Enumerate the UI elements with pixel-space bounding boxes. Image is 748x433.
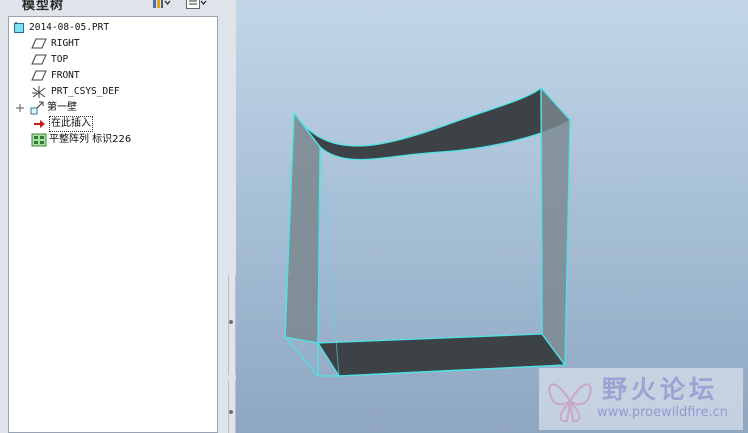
pattern-icon (31, 133, 47, 146)
splitter-track (228, 275, 236, 375)
splitter-grip-lower[interactable] (229, 410, 233, 414)
tree-item-front[interactable]: FRONT (31, 68, 80, 83)
tree-root[interactable]: 2014-08-05.PRT (13, 20, 109, 35)
panel-title: 模型树 (22, 0, 65, 13)
chevron-down-icon (200, 0, 207, 5)
datum-plane-icon (31, 70, 47, 81)
watermark-title: 野火论坛 (602, 375, 719, 404)
curved-top-face (293, 87, 572, 161)
tree-root-label: 2014-08-05.PRT (29, 21, 110, 33)
tree-item-top[interactable]: TOP (31, 52, 68, 67)
tree-item-pattern[interactable]: 平整阵列 标识226 (31, 132, 131, 147)
tree-settings-button[interactable] (152, 0, 171, 9)
left-wall (284, 111, 321, 344)
coordinate-system-icon (32, 85, 46, 98)
panel-splitter[interactable] (226, 0, 236, 433)
datum-plane-icon (31, 38, 47, 49)
watermark-url: www.proewildfire.cn (597, 405, 728, 420)
tree-item-csys[interactable]: PRT_CSYS_DEF (31, 84, 120, 99)
model-tree-panel: 模型树 2014-08-05.PRT RIGHT TOP FRONT PRT_C… (0, 0, 236, 433)
inner-left-edge (319, 146, 340, 377)
tree-item-label: TOP (51, 53, 69, 65)
tree-item-label: PRT_CSYS_DEF (51, 85, 120, 97)
tree-item-label: 第一壁 (47, 101, 77, 113)
watermark: 野火论坛 www.proewildfire.cn (539, 368, 743, 430)
datum-plane-icon (31, 54, 47, 65)
expand-plus-icon[interactable] (15, 103, 25, 113)
bottom-face (316, 333, 567, 377)
show-menu-button[interactable] (186, 0, 207, 9)
right-wall (540, 86, 571, 367)
splitter-grip[interactable] (229, 320, 233, 324)
model-tree[interactable]: 2014-08-05.PRT RIGHT TOP FRONT PRT_CSYS_… (8, 16, 218, 433)
tree-item-first-wall[interactable]: 第一壁 (15, 100, 77, 115)
tree-item-insert-here[interactable]: 在此插入 (33, 115, 93, 132)
splitter-track-lower (228, 380, 236, 433)
wall-feature-icon (30, 101, 44, 114)
settings-columns-icon (153, 0, 163, 8)
tree-item-right[interactable]: RIGHT (31, 36, 80, 51)
list-view-icon (186, 0, 200, 9)
tree-item-label: FRONT (51, 69, 80, 81)
butterfly-logo-icon (548, 383, 592, 423)
tree-item-label: RIGHT (51, 37, 80, 49)
panel-header: 模型树 (0, 0, 236, 14)
tree-item-label: 平整阵列 标识226 (49, 133, 132, 145)
part-icon (14, 21, 24, 33)
insert-here-arrow-icon (34, 119, 45, 128)
tree-item-label: 在此插入 (49, 115, 93, 132)
chevron-down-icon (164, 0, 171, 5)
